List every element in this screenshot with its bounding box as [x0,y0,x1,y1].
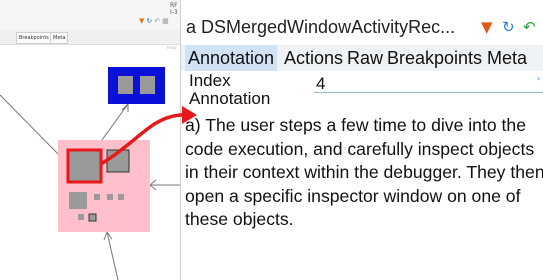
background-window-title: RF I-3 [170,2,178,16]
index-annotation-label: Index Annotation [189,72,309,108]
inspector-title: a DSMergedWindowActivityRec... [186,17,456,37]
undo-icon[interactable]: ↶ [523,18,536,36]
background-tabbar: Breakpoints Meta [0,30,180,45]
inspector-window: a DSMergedWindowActivityRec... ▼ ↻ ↶ ▦ A… [180,0,543,280]
help-label: Help [167,45,177,50]
tab-annotation[interactable]: Annotation [185,45,278,71]
index-annotation-label-text: Index Annotation [189,71,271,108]
tab-actions[interactable]: Actions [281,45,346,71]
background-debugger-window: RF I-3 ▼↻↶▦ Breakpoints Meta Help [0,0,180,280]
index-value-field[interactable] [314,74,543,93]
background-tab-breakpoints[interactable]: Breakpoints [16,32,52,44]
background-titlebar: RF I-3 ▼↻↶▦ [0,0,180,30]
scroll-indicator[interactable]: › [537,74,540,83]
inspect-icon[interactable]: ▦ [162,17,171,25]
index-value: 4 [316,74,326,93]
tab-breakpoints[interactable]: Breakpoints [384,45,485,71]
background-tab-meta[interactable]: Meta [50,32,69,44]
annotation-text: a) The user steps a few time to dive int… [185,115,543,229]
inspector-titlebar: a DSMergedWindowActivityRec... ▼ ↻ ↶ ▦ [181,10,543,46]
inspector-tabbar: Annotation Actions Raw Breakpoints Meta [181,45,543,71]
undo-icon[interactable]: ↶ [154,17,162,25]
tab-meta[interactable]: Meta [484,45,530,71]
refresh-icon[interactable]: ↻ [502,18,515,36]
filter-icon[interactable]: ▼ [481,18,493,36]
background-toolbar-icons: ▼↻↶▦ [139,17,171,25]
tab-raw[interactable]: Raw [344,45,386,71]
